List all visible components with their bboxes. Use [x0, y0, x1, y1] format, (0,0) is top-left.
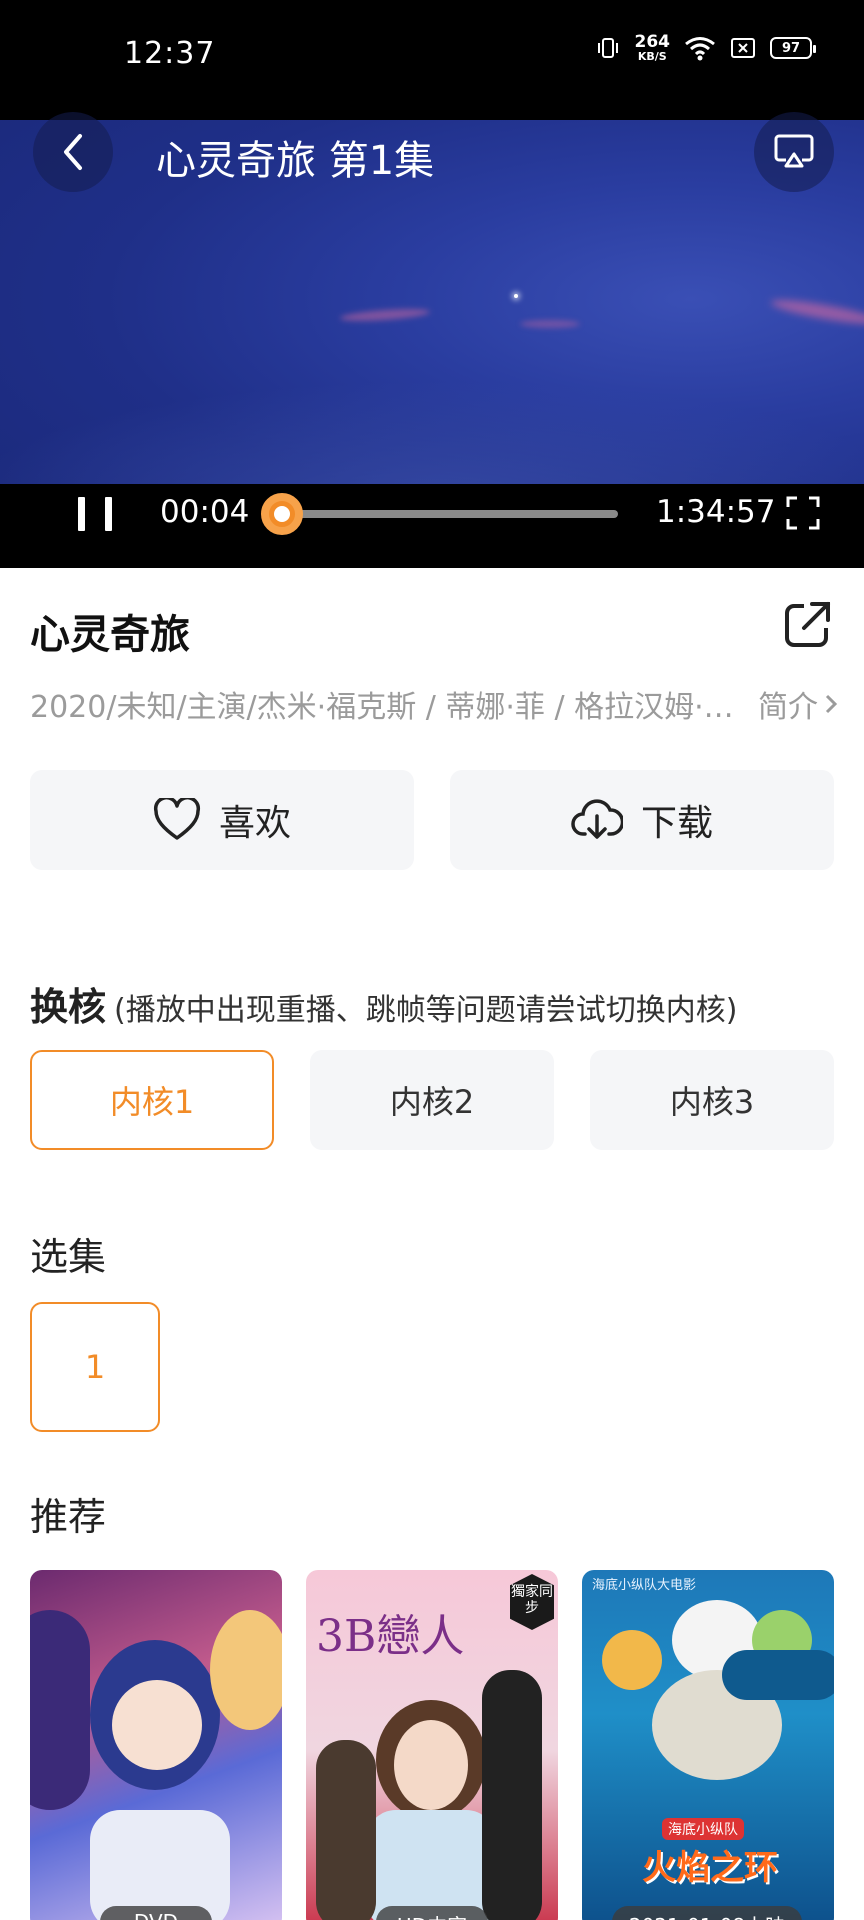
share-icon[interactable]	[782, 600, 832, 650]
status-bar: 12:37 264 KB/S 97	[0, 0, 864, 120]
recommend-poster-2[interactable]: 3B戀人 獨家同步 HD中字	[306, 1570, 558, 1920]
like-label: 喜欢	[218, 803, 291, 844]
like-button[interactable]: 喜欢	[30, 770, 414, 870]
recommend-title: 推荐	[30, 1495, 107, 1539]
fullscreen-icon[interactable]	[786, 496, 820, 530]
kernel-title: 换核	[30, 985, 107, 1029]
episodes-title: 选集	[30, 1235, 107, 1279]
kernel-section-title: 换核 (播放中出现重播、跳帧等问题请尝试切换内核)	[30, 976, 737, 1031]
kernel-option-3[interactable]: 内核3	[590, 1050, 834, 1150]
vibrate-icon	[597, 38, 618, 58]
duration: 1:34:57	[656, 494, 776, 530]
back-button[interactable]	[33, 112, 113, 192]
pause-button[interactable]	[78, 497, 112, 531]
pause-icon	[78, 497, 85, 531]
kernel-option-1[interactable]: 内核1	[30, 1050, 274, 1150]
status-time: 12:37	[124, 36, 216, 71]
progress-track[interactable]	[282, 510, 618, 518]
episode-item[interactable]: 1	[30, 1302, 160, 1432]
download-button[interactable]: 下载	[450, 770, 834, 870]
movie-title: 心灵奇旅	[30, 612, 190, 658]
cast-button[interactable]	[754, 112, 834, 192]
poster-logo: 3B戀人	[316, 1611, 465, 1662]
exclusive-badge: 獨家同步	[510, 1574, 554, 1630]
poster-series: 海底小纵队	[662, 1818, 744, 1840]
cast-icon	[774, 134, 814, 168]
poster-label: DVD	[100, 1906, 212, 1920]
intro-label: 简介	[758, 690, 818, 725]
poster-logo: 火焰之环	[642, 1848, 778, 1888]
sim-icon	[731, 38, 755, 58]
recommend-poster-3[interactable]: 海底小纵队大电影 海底小纵队 火焰之环 2021-01-08上映	[582, 1570, 834, 1920]
progress-knob[interactable]	[261, 493, 304, 535]
cloud-download-icon	[571, 799, 623, 839]
movie-meta: 2020/未知/主演/杰米·福克斯 / 蒂娜·菲 / 格拉汉姆·…	[30, 690, 734, 725]
poster-label: 2021-01-08上映	[612, 1906, 802, 1920]
heart-icon	[153, 798, 201, 840]
current-time: 00:04	[160, 494, 250, 530]
download-label: 下载	[640, 803, 713, 844]
chevron-left-icon	[64, 134, 82, 170]
kernel-option-2[interactable]: 内核2	[310, 1050, 554, 1150]
video-title: 心灵奇旅 第1集	[156, 138, 435, 184]
network-speed: 264 KB/S	[634, 32, 671, 63]
poster-top-text: 海底小纵队大电影	[592, 1578, 697, 1593]
poster-label: HD中字	[376, 1906, 488, 1920]
battery-icon: 97	[770, 37, 816, 59]
kernel-note: (播放中出现重播、跳帧等问题请尝试切换内核)	[114, 993, 738, 1028]
chevron-right-icon	[825, 694, 838, 714]
status-icons: 264 KB/S 97	[595, 32, 816, 63]
wifi-icon	[685, 37, 715, 61]
recommend-poster-1[interactable]: DVD	[30, 1570, 282, 1920]
intro-link[interactable]: 简介	[752, 682, 838, 726]
